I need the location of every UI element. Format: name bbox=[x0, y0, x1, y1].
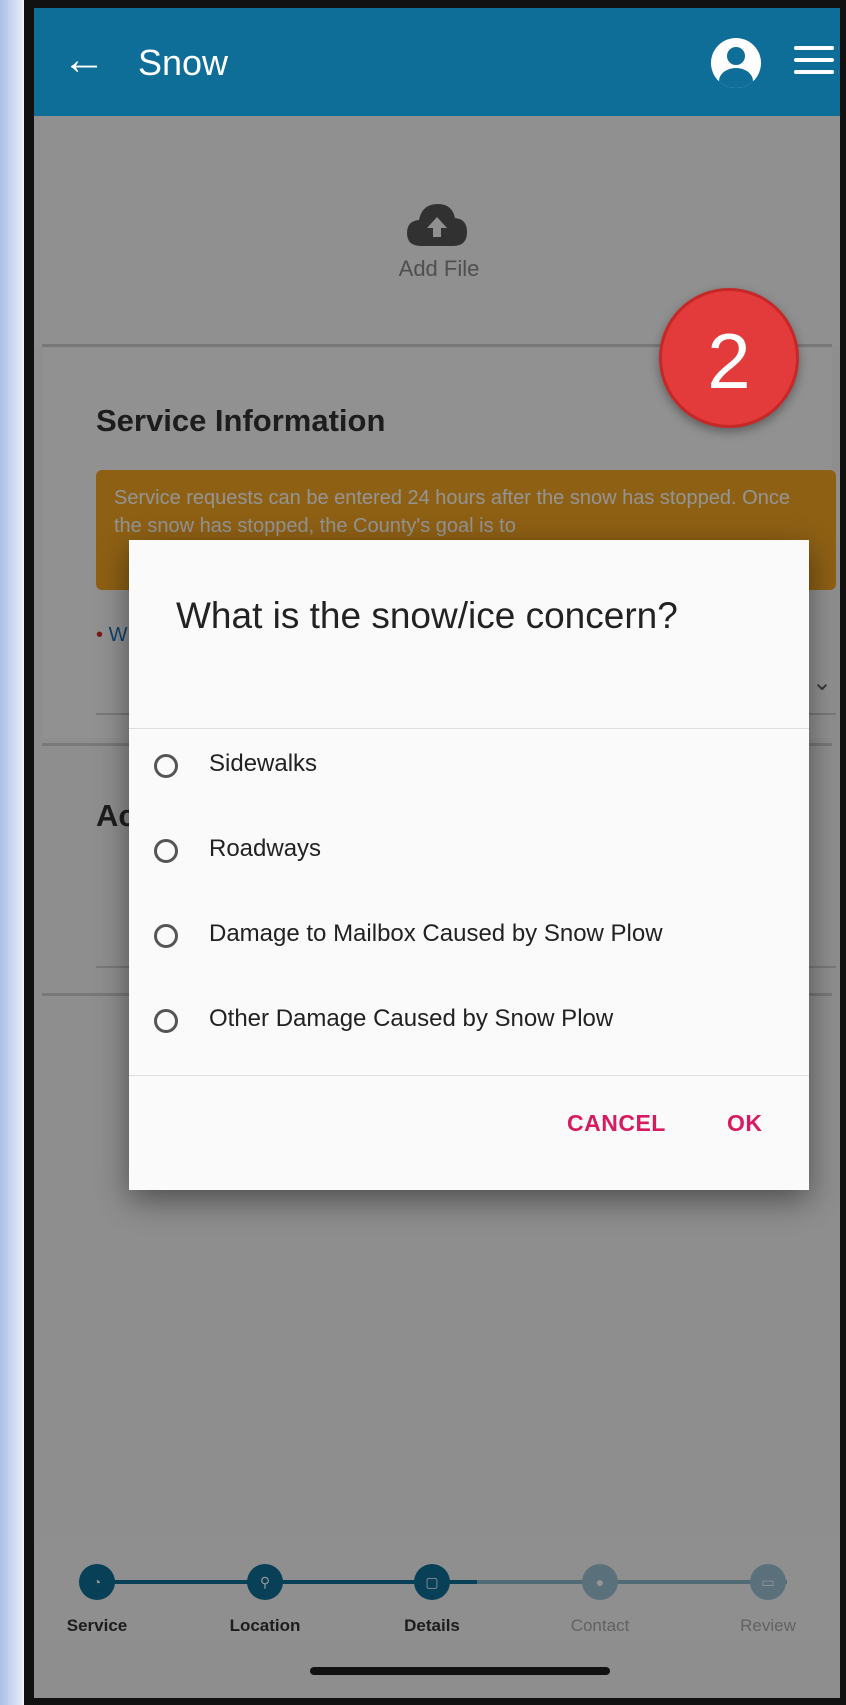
dialog-divider bbox=[129, 1075, 809, 1076]
avatar-head bbox=[727, 47, 745, 65]
option-label: Sidewalks bbox=[209, 750, 318, 777]
option-label: Roadways bbox=[209, 835, 322, 862]
radio-icon[interactable] bbox=[154, 924, 178, 948]
radio-icon[interactable] bbox=[154, 839, 178, 863]
radio-icon[interactable] bbox=[154, 754, 178, 778]
concern-dialog: What is the snow/ice concern? Sidewalks … bbox=[129, 540, 809, 1190]
cancel-button[interactable]: CANCEL bbox=[567, 1110, 666, 1137]
ok-button[interactable]: OK bbox=[727, 1110, 763, 1137]
hamburger-menu-icon[interactable] bbox=[794, 46, 834, 82]
account-circle-icon[interactable] bbox=[711, 38, 761, 88]
dialog-title: What is the snow/ice concern? bbox=[176, 595, 678, 636]
dialog-divider bbox=[129, 728, 809, 729]
avatar-body bbox=[719, 68, 753, 88]
option-sidewalks[interactable]: Sidewalks bbox=[154, 738, 794, 798]
app-screen: ← Snow Add File Service Information Serv… bbox=[34, 8, 840, 1698]
option-label: Damage to Mailbox Caused by Snow Plow bbox=[209, 920, 663, 947]
radio-icon[interactable] bbox=[154, 1009, 178, 1033]
back-arrow-icon[interactable]: ← bbox=[62, 38, 106, 82]
home-indicator[interactable] bbox=[310, 1667, 610, 1675]
app-bar: ← Snow bbox=[34, 8, 840, 116]
option-roadways[interactable]: Roadways bbox=[154, 823, 794, 883]
annotation-badge: 2 bbox=[659, 288, 799, 428]
option-other-damage[interactable]: Other Damage Caused by Snow Plow bbox=[154, 993, 794, 1053]
option-mailbox-damage[interactable]: Damage to Mailbox Caused by Snow Plow bbox=[154, 908, 794, 968]
phone-frame: ← Snow Add File Service Information Serv… bbox=[24, 0, 846, 1705]
page-title: Snow bbox=[138, 42, 229, 83]
option-label: Other Damage Caused by Snow Plow bbox=[209, 1005, 614, 1032]
